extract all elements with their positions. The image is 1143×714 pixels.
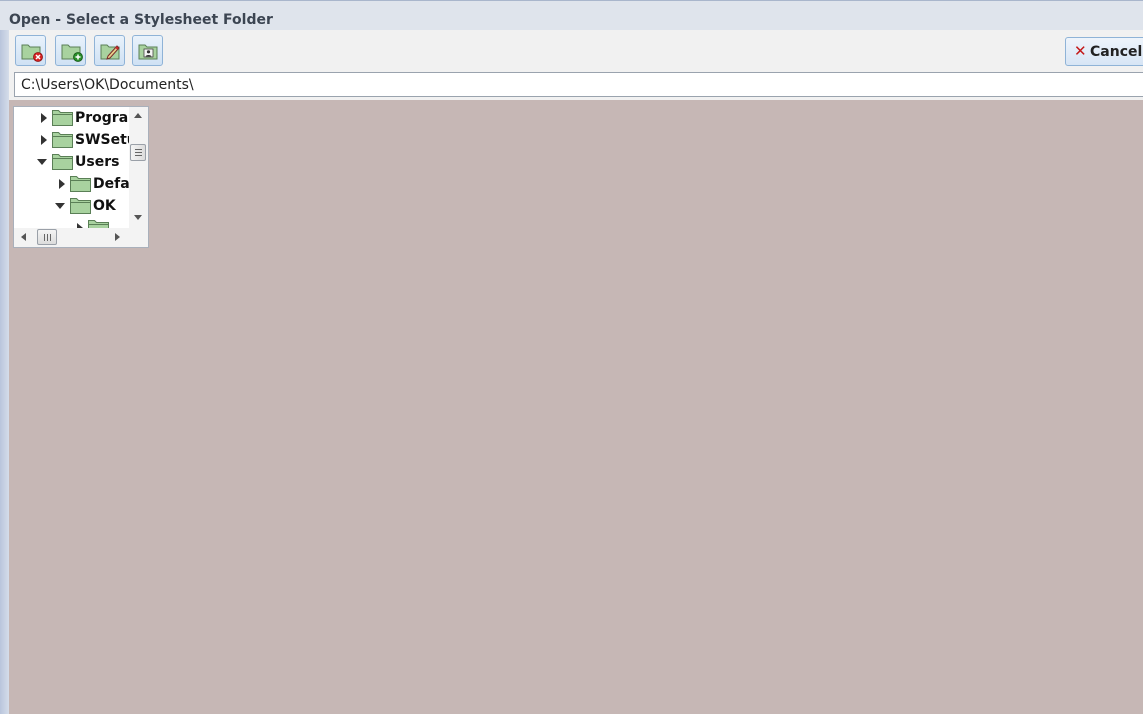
path-bar: C:\Users\OK\Documents\ (9, 70, 1143, 100)
folder-add-icon (61, 44, 83, 62)
folder-rename-icon (100, 44, 120, 60)
vertical-scroll-thumb[interactable] (130, 144, 146, 161)
horizontal-scroll-thumb[interactable] (37, 229, 57, 245)
folder-icon (70, 198, 91, 214)
scroll-up-arrow-icon[interactable] (134, 113, 142, 118)
window-title: Open - Select a Stylesheet Folder (9, 12, 273, 28)
folder-delete-icon (21, 44, 43, 62)
toolbar (9, 30, 1143, 70)
tree-item[interactable]: Users (14, 151, 129, 173)
tree-item-label: OK (93, 198, 116, 214)
vertical-scrollbar[interactable] (129, 107, 148, 228)
horizontal-scrollbar[interactable] (14, 228, 148, 247)
tree-item-label: Prograr (75, 110, 129, 126)
expand-arrow-icon[interactable] (59, 179, 65, 189)
cancel-button[interactable]: ✕ Cancel (1065, 37, 1143, 66)
folder-icon (52, 110, 73, 126)
tree-item[interactable]: Defau (14, 173, 129, 195)
folder-icon (88, 220, 109, 228)
path-value: C:\Users\OK\Documents\ (21, 77, 194, 93)
cancel-label: Cancel (1090, 44, 1143, 60)
scroll-right-arrow-icon[interactable] (115, 233, 120, 241)
new-folder-button[interactable] (55, 35, 86, 66)
tree-item-partial[interactable] (14, 217, 129, 228)
tree-item[interactable]: SWSetu (14, 129, 129, 151)
user-folder-icon (138, 44, 158, 60)
window-left-edge (0, 0, 9, 714)
collapse-arrow-icon[interactable] (37, 159, 47, 165)
collapse-arrow-icon[interactable] (55, 203, 65, 209)
expand-arrow-icon[interactable] (41, 113, 47, 123)
tree-item[interactable]: Prograr (14, 107, 129, 129)
rename-folder-button[interactable] (94, 35, 125, 66)
delete-folder-button[interactable] (15, 35, 46, 66)
tree-item[interactable]: OK (14, 195, 129, 217)
tree-item-label: Users (75, 154, 120, 170)
scroll-left-arrow-icon[interactable] (21, 233, 26, 241)
folder-tree[interactable]: Prograr SWSetu Users Defau (14, 107, 129, 228)
scroll-down-arrow-icon[interactable] (134, 215, 142, 220)
tree-item-label: Defau (93, 176, 129, 192)
user-folder-button[interactable] (132, 35, 163, 66)
folder-tree-panel: Prograr SWSetu Users Defau (13, 106, 149, 248)
path-input[interactable]: C:\Users\OK\Documents\ (14, 72, 1143, 97)
folder-icon (52, 154, 73, 170)
expand-arrow-icon[interactable] (41, 135, 47, 145)
close-icon: ✕ (1074, 42, 1087, 60)
folder-icon (70, 176, 91, 192)
folder-icon (52, 132, 73, 148)
title-bar: Open - Select a Stylesheet Folder (0, 0, 1143, 30)
tree-item-label: SWSetu (75, 132, 129, 148)
